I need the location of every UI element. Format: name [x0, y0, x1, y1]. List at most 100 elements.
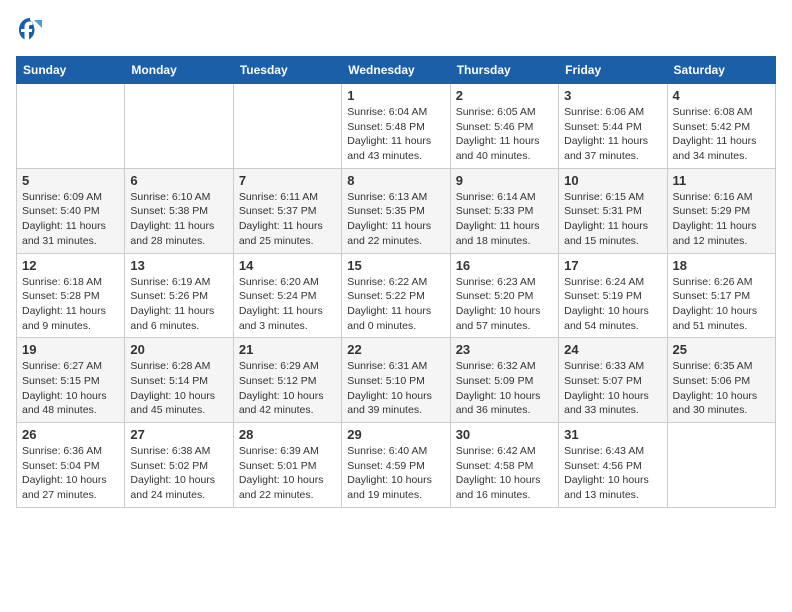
day-info: Sunrise: 6:32 AM Sunset: 5:09 PM Dayligh… [456, 359, 553, 418]
calendar-cell: 12 Sunrise: 6:18 AM Sunset: 5:28 PM Dayli… [17, 253, 125, 338]
day-number: 29 [347, 427, 444, 442]
day-info: Sunrise: 6:26 AM Sunset: 5:17 PM Dayligh… [673, 275, 770, 334]
day-number: 14 [239, 258, 336, 273]
weekday-header-sunday: Sunday [17, 57, 125, 84]
day-info: Sunrise: 6:18 AM Sunset: 5:28 PM Dayligh… [22, 275, 119, 334]
weekday-header-thursday: Thursday [450, 57, 558, 84]
calendar-cell: 7 Sunrise: 6:11 AM Sunset: 5:37 PM Daylig… [233, 168, 341, 253]
day-number: 15 [347, 258, 444, 273]
calendar-cell: 16 Sunrise: 6:23 AM Sunset: 5:20 PM Dayli… [450, 253, 558, 338]
calendar-cell: 4 Sunrise: 6:08 AM Sunset: 5:42 PM Daylig… [667, 84, 775, 169]
calendar-week-5: 26Sunrise: 6:36 AM Sunset: 5:04 PM Dayli… [17, 423, 776, 508]
day-number: 23 [456, 342, 553, 357]
calendar-cell: 31 Sunrise: 6:43 AM Sunset: 4:56 PM Dayli… [559, 423, 667, 508]
weekday-header-monday: Monday [125, 57, 233, 84]
logo [16, 16, 46, 44]
calendar-cell: 15Sunrise: 6:22 AM Sunset: 5:22 PM Dayli… [342, 253, 450, 338]
calendar-cell: 27 Sunrise: 6:38 AM Sunset: 5:02 PM Dayli… [125, 423, 233, 508]
calendar-cell: 2 Sunrise: 6:05 AM Sunset: 5:46 PM Daylig… [450, 84, 558, 169]
day-info: Sunrise: 6:19 AM Sunset: 5:26 PM Dayligh… [130, 275, 227, 334]
day-number: 6 [130, 173, 227, 188]
day-number: 31 [564, 427, 661, 442]
day-number: 3 [564, 88, 661, 103]
day-info: Sunrise: 6:31 AM Sunset: 5:10 PM Dayligh… [347, 359, 444, 418]
calendar-cell [17, 84, 125, 169]
day-info: Sunrise: 6:15 AM Sunset: 5:31 PM Dayligh… [564, 190, 661, 249]
calendar-cell: 3 Sunrise: 6:06 AM Sunset: 5:44 PM Daylig… [559, 84, 667, 169]
calendar-cell: 28 Sunrise: 6:39 AM Sunset: 5:01 PM Dayli… [233, 423, 341, 508]
calendar-week-2: 5Sunrise: 6:09 AM Sunset: 5:40 PM Daylig… [17, 168, 776, 253]
day-number: 7 [239, 173, 336, 188]
day-number: 21 [239, 342, 336, 357]
logo-icon [16, 16, 44, 44]
calendar-cell: 8 Sunrise: 6:13 AM Sunset: 5:35 PM Daylig… [342, 168, 450, 253]
calendar-cell [125, 84, 233, 169]
calendar-cell: 23 Sunrise: 6:32 AM Sunset: 5:09 PM Dayli… [450, 338, 558, 423]
day-number: 18 [673, 258, 770, 273]
calendar-cell: 18 Sunrise: 6:26 AM Sunset: 5:17 PM Dayli… [667, 253, 775, 338]
day-info: Sunrise: 6:08 AM Sunset: 5:42 PM Dayligh… [673, 105, 770, 164]
day-number: 30 [456, 427, 553, 442]
day-number: 16 [456, 258, 553, 273]
calendar-cell: 29 Sunrise: 6:40 AM Sunset: 4:59 PM Dayli… [342, 423, 450, 508]
day-number: 11 [673, 173, 770, 188]
calendar-cell: 30Sunrise: 6:42 AM Sunset: 4:58 PM Dayli… [450, 423, 558, 508]
calendar-cell: 1Sunrise: 6:04 AM Sunset: 5:48 PM Daylig… [342, 84, 450, 169]
day-number: 2 [456, 88, 553, 103]
day-info: Sunrise: 6:13 AM Sunset: 5:35 PM Dayligh… [347, 190, 444, 249]
calendar-cell: 20Sunrise: 6:28 AM Sunset: 5:14 PM Dayli… [125, 338, 233, 423]
day-info: Sunrise: 6:06 AM Sunset: 5:44 PM Dayligh… [564, 105, 661, 164]
day-info: Sunrise: 6:04 AM Sunset: 5:48 PM Dayligh… [347, 105, 444, 164]
day-info: Sunrise: 6:39 AM Sunset: 5:01 PM Dayligh… [239, 444, 336, 503]
day-info: Sunrise: 6:20 AM Sunset: 5:24 PM Dayligh… [239, 275, 336, 334]
day-info: Sunrise: 6:09 AM Sunset: 5:40 PM Dayligh… [22, 190, 119, 249]
day-info: Sunrise: 6:36 AM Sunset: 5:04 PM Dayligh… [22, 444, 119, 503]
day-info: Sunrise: 6:05 AM Sunset: 5:46 PM Dayligh… [456, 105, 553, 164]
day-info: Sunrise: 6:10 AM Sunset: 5:38 PM Dayligh… [130, 190, 227, 249]
calendar-header-row: SundayMondayTuesdayWednesdayThursdayFrid… [17, 57, 776, 84]
day-number: 27 [130, 427, 227, 442]
calendar-cell: 10 Sunrise: 6:15 AM Sunset: 5:31 PM Dayli… [559, 168, 667, 253]
calendar-cell: 22 Sunrise: 6:31 AM Sunset: 5:10 PM Dayli… [342, 338, 450, 423]
day-info: Sunrise: 6:33 AM Sunset: 5:07 PM Dayligh… [564, 359, 661, 418]
day-number: 25 [673, 342, 770, 357]
day-number: 4 [673, 88, 770, 103]
calendar-cell: 9Sunrise: 6:14 AM Sunset: 5:33 PM Daylig… [450, 168, 558, 253]
calendar-cell: 5Sunrise: 6:09 AM Sunset: 5:40 PM Daylig… [17, 168, 125, 253]
day-info: Sunrise: 6:23 AM Sunset: 5:20 PM Dayligh… [456, 275, 553, 334]
calendar-week-1: 1Sunrise: 6:04 AM Sunset: 5:48 PM Daylig… [17, 84, 776, 169]
day-number: 8 [347, 173, 444, 188]
day-number: 13 [130, 258, 227, 273]
day-info: Sunrise: 6:28 AM Sunset: 5:14 PM Dayligh… [130, 359, 227, 418]
day-number: 10 [564, 173, 661, 188]
day-info: Sunrise: 6:38 AM Sunset: 5:02 PM Dayligh… [130, 444, 227, 503]
day-info: Sunrise: 6:16 AM Sunset: 5:29 PM Dayligh… [673, 190, 770, 249]
calendar-cell: 19Sunrise: 6:27 AM Sunset: 5:15 PM Dayli… [17, 338, 125, 423]
day-info: Sunrise: 6:40 AM Sunset: 4:59 PM Dayligh… [347, 444, 444, 503]
day-number: 19 [22, 342, 119, 357]
calendar-table: SundayMondayTuesdayWednesdayThursdayFrid… [16, 56, 776, 508]
day-number: 9 [456, 173, 553, 188]
calendar-cell: 13 Sunrise: 6:19 AM Sunset: 5:26 PM Dayli… [125, 253, 233, 338]
day-info: Sunrise: 6:29 AM Sunset: 5:12 PM Dayligh… [239, 359, 336, 418]
calendar-cell: 24 Sunrise: 6:33 AM Sunset: 5:07 PM Dayli… [559, 338, 667, 423]
calendar-cell: 21 Sunrise: 6:29 AM Sunset: 5:12 PM Dayli… [233, 338, 341, 423]
weekday-header-wednesday: Wednesday [342, 57, 450, 84]
day-number: 12 [22, 258, 119, 273]
page-header [16, 16, 776, 44]
day-number: 24 [564, 342, 661, 357]
day-info: Sunrise: 6:43 AM Sunset: 4:56 PM Dayligh… [564, 444, 661, 503]
day-info: Sunrise: 6:35 AM Sunset: 5:06 PM Dayligh… [673, 359, 770, 418]
day-number: 22 [347, 342, 444, 357]
calendar-cell: 11 Sunrise: 6:16 AM Sunset: 5:29 PM Dayli… [667, 168, 775, 253]
calendar-week-3: 12 Sunrise: 6:18 AM Sunset: 5:28 PM Dayli… [17, 253, 776, 338]
calendar-cell: 6 Sunrise: 6:10 AM Sunset: 5:38 PM Daylig… [125, 168, 233, 253]
calendar-cell: 25 Sunrise: 6:35 AM Sunset: 5:06 PM Dayli… [667, 338, 775, 423]
weekday-header-friday: Friday [559, 57, 667, 84]
calendar-cell: 17Sunrise: 6:24 AM Sunset: 5:19 PM Dayli… [559, 253, 667, 338]
day-number: 17 [564, 258, 661, 273]
weekday-header-saturday: Saturday [667, 57, 775, 84]
day-number: 28 [239, 427, 336, 442]
day-info: Sunrise: 6:11 AM Sunset: 5:37 PM Dayligh… [239, 190, 336, 249]
calendar-cell: 14 Sunrise: 6:20 AM Sunset: 5:24 PM Dayli… [233, 253, 341, 338]
